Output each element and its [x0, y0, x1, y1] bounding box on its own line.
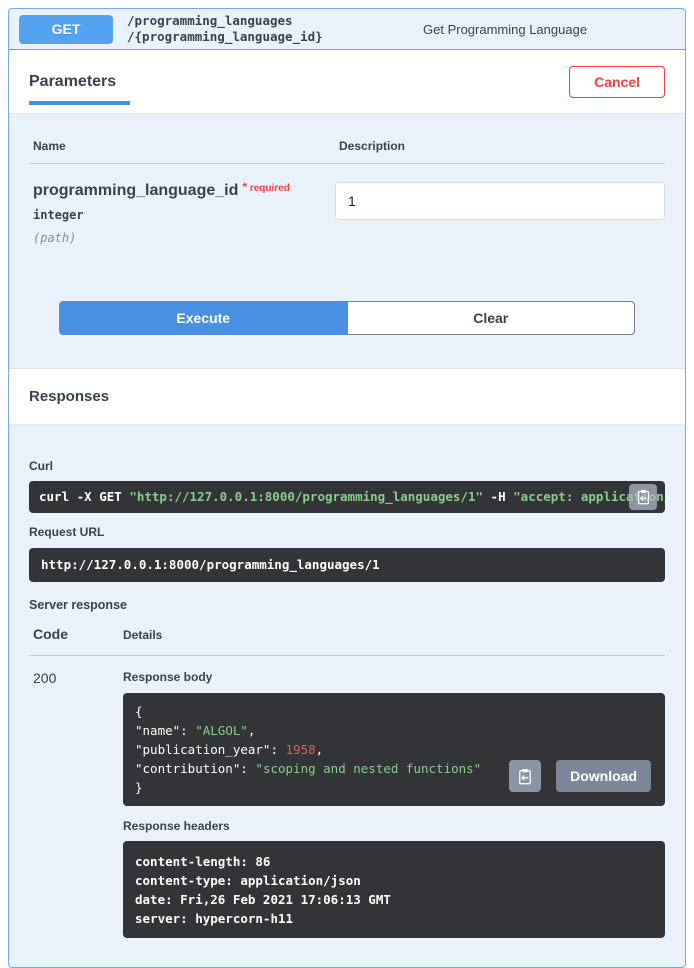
response-body-actions: Download	[509, 760, 651, 792]
execute-button[interactable]: Execute	[59, 301, 348, 335]
clipboard-icon	[636, 489, 651, 505]
response-body-label: Response body	[123, 670, 665, 684]
column-header-code: Code	[29, 626, 123, 642]
download-button[interactable]: Download	[556, 760, 651, 792]
copy-response-button[interactable]	[509, 760, 541, 792]
operation-summary-row[interactable]: GET /programming_languages /{programming…	[9, 9, 685, 50]
required-badge: * required	[242, 183, 289, 194]
responses-title: Responses	[29, 388, 109, 405]
execute-button-group: Execute Clear	[59, 301, 635, 335]
parameter-name: programming_language_id	[33, 182, 238, 199]
response-body-code: { "name": "ALGOL", "publication_year": 1…	[123, 693, 665, 806]
responses-section: Curl curl -X GET "http://127.0.0.1:8000/…	[9, 425, 685, 958]
operation-panel-get: GET /programming_languages /{programming…	[8, 8, 686, 968]
parameter-row: programming_language_id * required intege…	[29, 182, 665, 245]
request-url-label: Request URL	[29, 525, 665, 539]
endpoint-path: /programming_languages /{programming_lan…	[127, 13, 423, 45]
parameters-section: Name Description programming_language_id…	[9, 114, 685, 335]
response-row-200: 200 Response body { "name": "ALGOL", "pu…	[29, 669, 665, 938]
tab-parameters[interactable]: Parameters	[29, 50, 116, 113]
copy-curl-button[interactable]	[629, 484, 657, 510]
parameter-location: (path)	[33, 231, 335, 245]
tab-parameters-label: Parameters	[29, 73, 116, 91]
endpoint-summary: Get Programming Language	[423, 22, 675, 37]
request-url-value: http://127.0.0.1:8000/programming_langua…	[29, 548, 665, 582]
curl-label: Curl	[29, 459, 665, 473]
response-table-header: Code Details	[29, 626, 665, 656]
clear-button[interactable]: Clear	[348, 301, 636, 335]
response-headers-label: Response headers	[123, 819, 665, 833]
method-badge: GET	[19, 15, 113, 44]
column-header-details: Details	[123, 628, 665, 642]
parameter-value-input[interactable]	[335, 182, 665, 220]
tab-active-underline	[29, 101, 130, 105]
responses-section-header: Responses	[9, 368, 685, 425]
tab-header: Parameters Cancel	[9, 50, 685, 114]
column-header-name: Name	[33, 139, 339, 153]
cancel-button[interactable]: Cancel	[569, 66, 665, 98]
parameters-table-header: Name Description	[29, 139, 665, 164]
status-code: 200	[29, 669, 123, 938]
parameter-type: integer	[33, 208, 335, 222]
response-headers-code: content-length: 86content-type: applicat…	[123, 841, 665, 938]
clipboard-icon	[517, 768, 533, 785]
server-response-label: Server response	[29, 598, 665, 612]
column-header-description: Description	[339, 139, 661, 153]
curl-command: curl -X GET "http://127.0.0.1:8000/progr…	[29, 481, 665, 513]
